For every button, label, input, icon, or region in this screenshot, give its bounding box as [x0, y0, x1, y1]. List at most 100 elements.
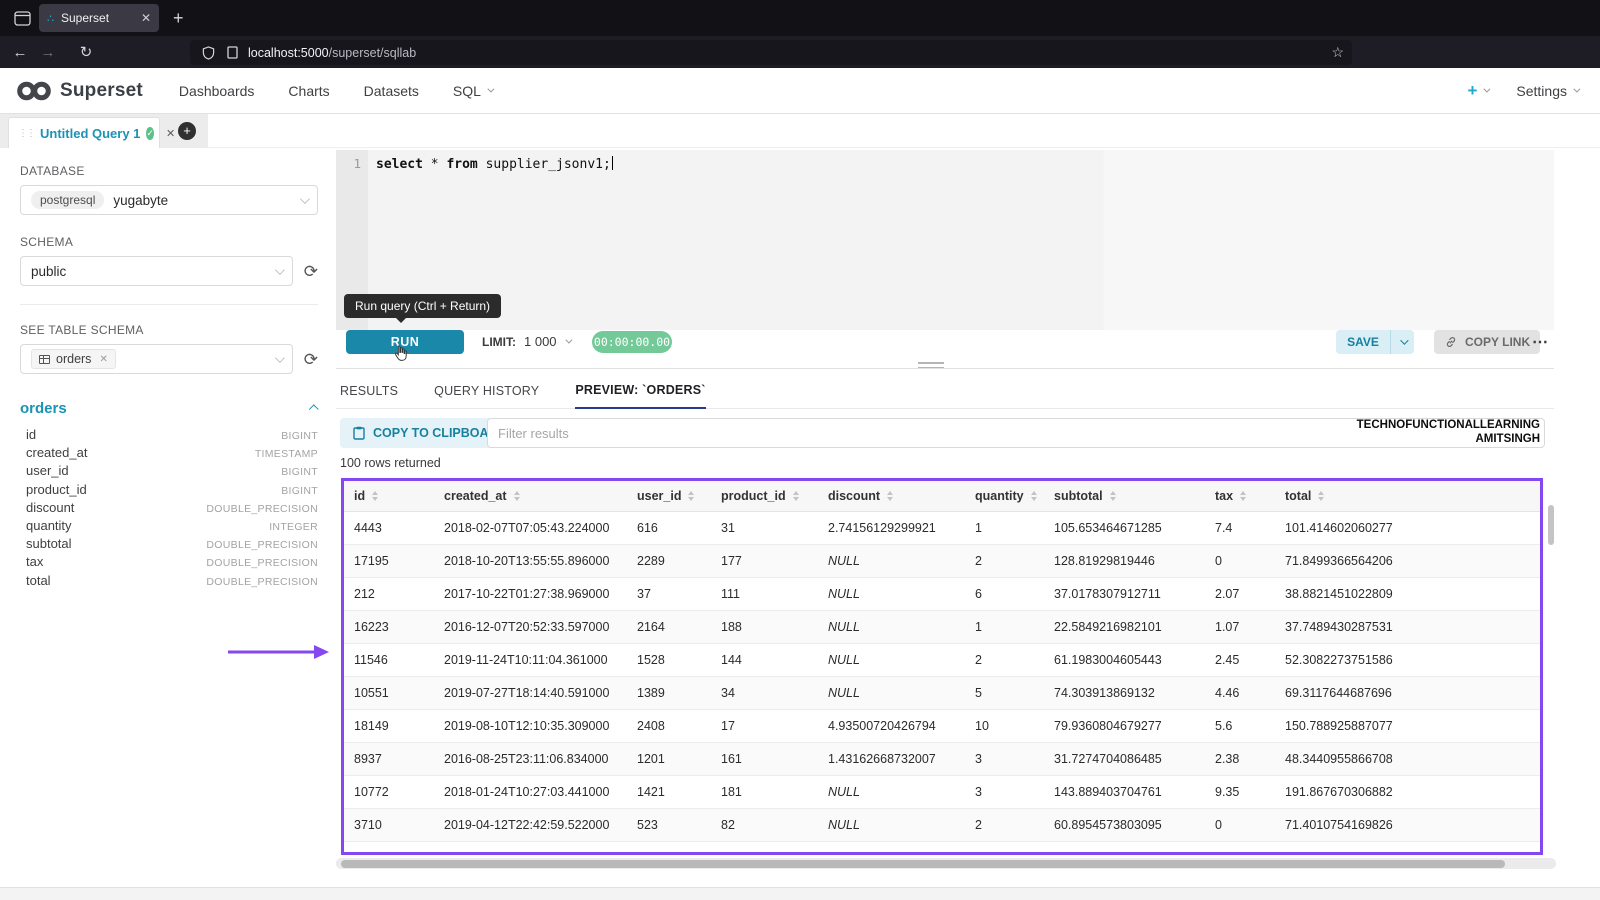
cell-product-id: 161	[711, 743, 818, 776]
screen: ∴ Superset ✕ + ← → ↻ localhost:5000/supe…	[0, 0, 1600, 900]
column-name: product_id	[26, 482, 87, 497]
table-column-row: total DOUBLE_PRECISION	[20, 573, 318, 591]
refresh-tables-icon[interactable]: ⟳	[304, 351, 318, 368]
bookmark-star-icon[interactable]: ☆	[1331, 44, 1344, 61]
browser-toolbar: ← → ↻ localhost:5000/superset/sqllab ☆	[0, 36, 1600, 68]
browser-tab-title: Superset	[61, 11, 109, 25]
copy-link-button[interactable]: COPY LINK	[1434, 330, 1540, 354]
url-bar[interactable]: localhost:5000/superset/sqllab ☆	[190, 40, 1352, 65]
horizontal-scrollbar-thumb[interactable]	[341, 860, 1505, 868]
sort-icon[interactable]	[514, 491, 520, 501]
cell-quantity: 5	[965, 677, 1044, 710]
sort-icon[interactable]	[372, 491, 378, 501]
horizontal-scrollbar-track[interactable]	[336, 858, 1556, 869]
save-button[interactable]: SAVE	[1336, 330, 1390, 354]
column-header[interactable]: total	[1275, 481, 1540, 512]
cell-discount: NULL	[818, 776, 965, 809]
more-options-button[interactable]: ⋯	[1532, 332, 1549, 352]
sort-icon[interactable]	[1240, 491, 1246, 501]
column-header[interactable]: id	[344, 481, 434, 512]
chevron-down-icon	[275, 265, 285, 275]
cell-id: 10772	[344, 776, 434, 809]
column-header[interactable]: discount	[818, 481, 965, 512]
cell-discount: NULL	[818, 611, 965, 644]
vertical-scrollbar[interactable]	[1548, 505, 1554, 545]
cell-tax: 0	[1205, 545, 1275, 578]
cell-subtotal: 31.7274704086485	[1044, 743, 1205, 776]
cell-product-id: 188	[711, 611, 818, 644]
pane-drag-handle-icon[interactable]	[918, 362, 944, 371]
tab-results[interactable]: RESULTS	[340, 384, 398, 408]
cell-subtotal: 61.1983004605443	[1044, 644, 1205, 677]
divider	[20, 304, 318, 305]
tab-close-icon[interactable]: ✕	[141, 11, 151, 25]
cell-id: 212	[344, 578, 434, 611]
sort-icon[interactable]	[1031, 491, 1037, 501]
table-column-row: user_id BIGINT	[20, 463, 318, 481]
sql-editor[interactable]: 1 select * from supplier_jsonv1;	[336, 150, 1554, 330]
table-row: 3710 2019-04-12T22:42:59.522000 523 82 N…	[344, 809, 1540, 842]
cell-user-id: 37	[627, 578, 711, 611]
column-header[interactable]: created_at	[434, 481, 627, 512]
nav-item-dashboards[interactable]: Dashboards	[179, 83, 255, 99]
tab-query-history[interactable]: QUERY HISTORY	[434, 384, 539, 408]
table-tag[interactable]: orders ✕	[31, 349, 116, 369]
table-select[interactable]: orders ✕	[20, 344, 293, 374]
nav-item-datasets[interactable]: Datasets	[364, 83, 419, 99]
add-query-tab-button[interactable]: +	[178, 122, 196, 140]
cell-user-id: 1201	[627, 743, 711, 776]
column-header[interactable]: quantity	[965, 481, 1044, 512]
new-item-menu[interactable]: +	[1467, 81, 1488, 101]
chevron-up-icon[interactable]	[309, 404, 319, 414]
forward-icon[interactable]: →	[34, 44, 62, 61]
remove-table-icon[interactable]: ✕	[99, 354, 107, 365]
cell-created-at: 2018-01-24T10:27:03.441000	[434, 776, 627, 809]
url-text: localhost:5000/superset/sqllab	[248, 46, 416, 60]
table-icon	[39, 355, 50, 364]
column-header-label: tax	[1215, 489, 1233, 503]
cell-user-id: 523	[627, 809, 711, 842]
results-table: id created_at user_id p	[344, 481, 1540, 842]
sort-icon[interactable]	[1110, 491, 1116, 501]
settings-menu[interactable]: Settings	[1516, 83, 1578, 99]
sort-icon[interactable]	[688, 491, 694, 501]
cell-total: 48.3440955866708	[1275, 743, 1540, 776]
sort-icon[interactable]	[887, 491, 893, 501]
database-select[interactable]: postgresql yugabyte	[20, 185, 318, 215]
column-header[interactable]: user_id	[627, 481, 711, 512]
column-header[interactable]: product_id	[711, 481, 818, 512]
browser-tab[interactable]: ∴ Superset ✕	[39, 4, 159, 32]
cell-discount: 1.43162668732007	[818, 743, 965, 776]
table-row: 10772 2018-01-24T10:27:03.441000 1421 18…	[344, 776, 1540, 809]
row-count: 100 rows returned	[340, 456, 441, 470]
query-tab[interactable]: ⋮⋮ Untitled Query 1 ✓ ✕	[8, 117, 160, 148]
drag-handle-icon[interactable]: ⋮⋮	[18, 128, 34, 139]
nav-item-charts[interactable]: Charts	[288, 83, 329, 99]
column-header[interactable]: subtotal	[1044, 481, 1205, 512]
cell-quantity: 1	[965, 512, 1044, 545]
reload-icon[interactable]: ↻	[72, 43, 100, 61]
table-schema-header[interactable]: orders	[20, 400, 318, 417]
save-options-button[interactable]	[1390, 330, 1414, 354]
firefox-view-icon[interactable]	[9, 5, 35, 31]
refresh-schema-icon[interactable]: ⟳	[304, 263, 318, 280]
column-header[interactable]: tax	[1205, 481, 1275, 512]
cell-tax: 0	[1205, 809, 1275, 842]
new-tab-button[interactable]: +	[173, 8, 184, 29]
chevron-down-icon	[487, 86, 494, 93]
table-row: 4443 2018-02-07T07:05:43.224000 616 31 2…	[344, 512, 1540, 545]
back-icon[interactable]: ←	[6, 44, 34, 61]
limit-dropdown[interactable]: LIMIT: 1 000	[482, 334, 570, 349]
sqllab-main: 1 select * from supplier_jsonv1; Run que…	[336, 148, 1600, 900]
table-column-row: discount DOUBLE_PRECISION	[20, 500, 318, 518]
sort-icon[interactable]	[793, 491, 799, 501]
south-pane-tabs: RESULTS QUERY HISTORY PREVIEW: `ORDERS`	[336, 376, 1554, 409]
sort-icon[interactable]	[1318, 491, 1324, 501]
tab-preview-orders[interactable]: PREVIEW: `ORDERS`	[575, 383, 705, 409]
query-tab-close-icon[interactable]: ✕	[166, 127, 175, 140]
cell-tax: 7.4	[1205, 512, 1275, 545]
superset-brand[interactable]: Superset	[16, 80, 143, 102]
nav-item-sql[interactable]: SQL	[453, 83, 492, 99]
cell-discount: NULL	[818, 545, 965, 578]
schema-select[interactable]: public	[20, 256, 293, 286]
